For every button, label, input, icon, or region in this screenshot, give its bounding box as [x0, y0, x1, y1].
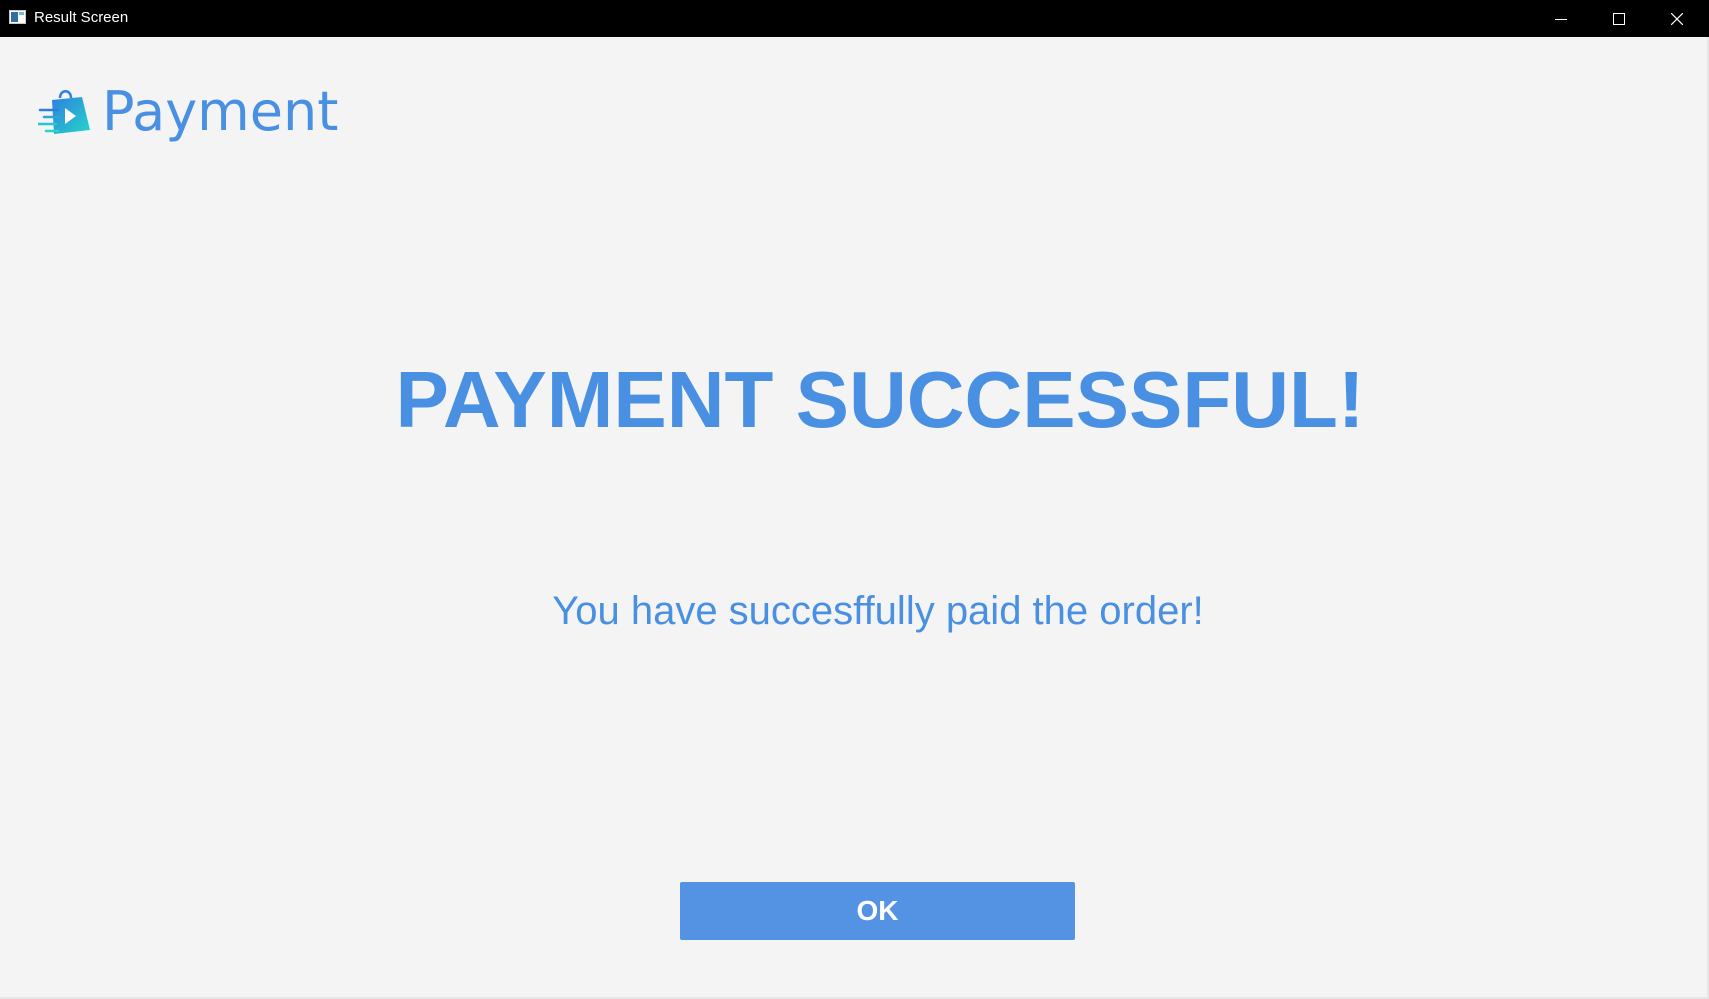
minimize-icon: [1555, 18, 1567, 20]
title-bar[interactable]: Result Screen: [0, 0, 1709, 37]
window-title: Result Screen: [34, 9, 129, 26]
result-window: Result Screen Payment PAYMENT SUCCESSFUL…: [0, 0, 1709, 999]
app-window-icon: [9, 10, 26, 24]
ok-button[interactable]: OK: [680, 882, 1075, 940]
maximize-icon: [1613, 12, 1625, 25]
close-icon: [1671, 12, 1683, 25]
brand-logo: Payment: [38, 82, 338, 142]
result-headline: PAYMENT SUCCESSFUL!: [395, 355, 1365, 444]
brand-name: Payment: [102, 80, 339, 143]
maximize-button[interactable]: [1590, 0, 1648, 37]
minimize-button[interactable]: [1532, 0, 1590, 37]
shopping-bag-play-icon: [38, 90, 90, 134]
close-button[interactable]: [1648, 0, 1706, 37]
result-message: You have succesffully paid the order!: [552, 589, 1204, 633]
